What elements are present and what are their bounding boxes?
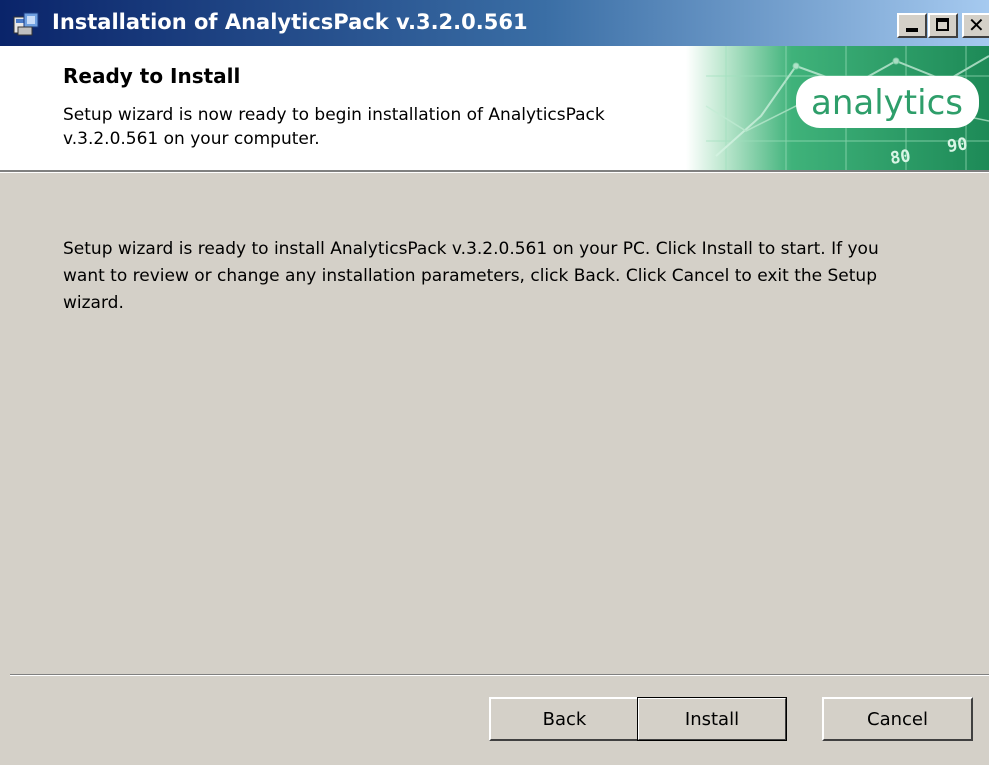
header-banner: Ready to Install Setup wizard is now rea…: [0, 46, 989, 170]
analytics-banner-logo: analytics 80 90: [686, 46, 989, 170]
install-button[interactable]: Install: [637, 697, 787, 741]
title-bar[interactable]: Installation of AnalyticsPack v.3.2.0.56…: [0, 0, 989, 46]
analytics-logo-text: analytics: [811, 83, 963, 123]
installer-app-icon: [13, 12, 39, 36]
minimize-icon: [906, 28, 918, 32]
art-number-80: 80: [889, 146, 912, 169]
maximize-icon: [936, 18, 949, 31]
footer-divider: [10, 674, 989, 676]
maximize-button[interactable]: [928, 13, 958, 38]
minimize-button[interactable]: [897, 13, 927, 38]
header-divider: [0, 170, 989, 173]
page-title: Ready to Install: [63, 64, 241, 88]
window-title: Installation of AnalyticsPack v.3.2.0.56…: [52, 10, 528, 34]
install-message: Setup wizard is ready to install Analyti…: [63, 239, 879, 313]
close-button[interactable]: ✕: [962, 13, 989, 38]
page-description: Setup wizard is now ready to begin insta…: [63, 105, 605, 149]
close-icon: ✕: [968, 13, 985, 37]
cancel-button[interactable]: Cancel: [822, 697, 973, 741]
installer-window: Installation of AnalyticsPack v.3.2.0.56…: [0, 0, 989, 765]
back-button[interactable]: Back: [489, 697, 640, 741]
art-number-90: 90: [946, 134, 969, 157]
